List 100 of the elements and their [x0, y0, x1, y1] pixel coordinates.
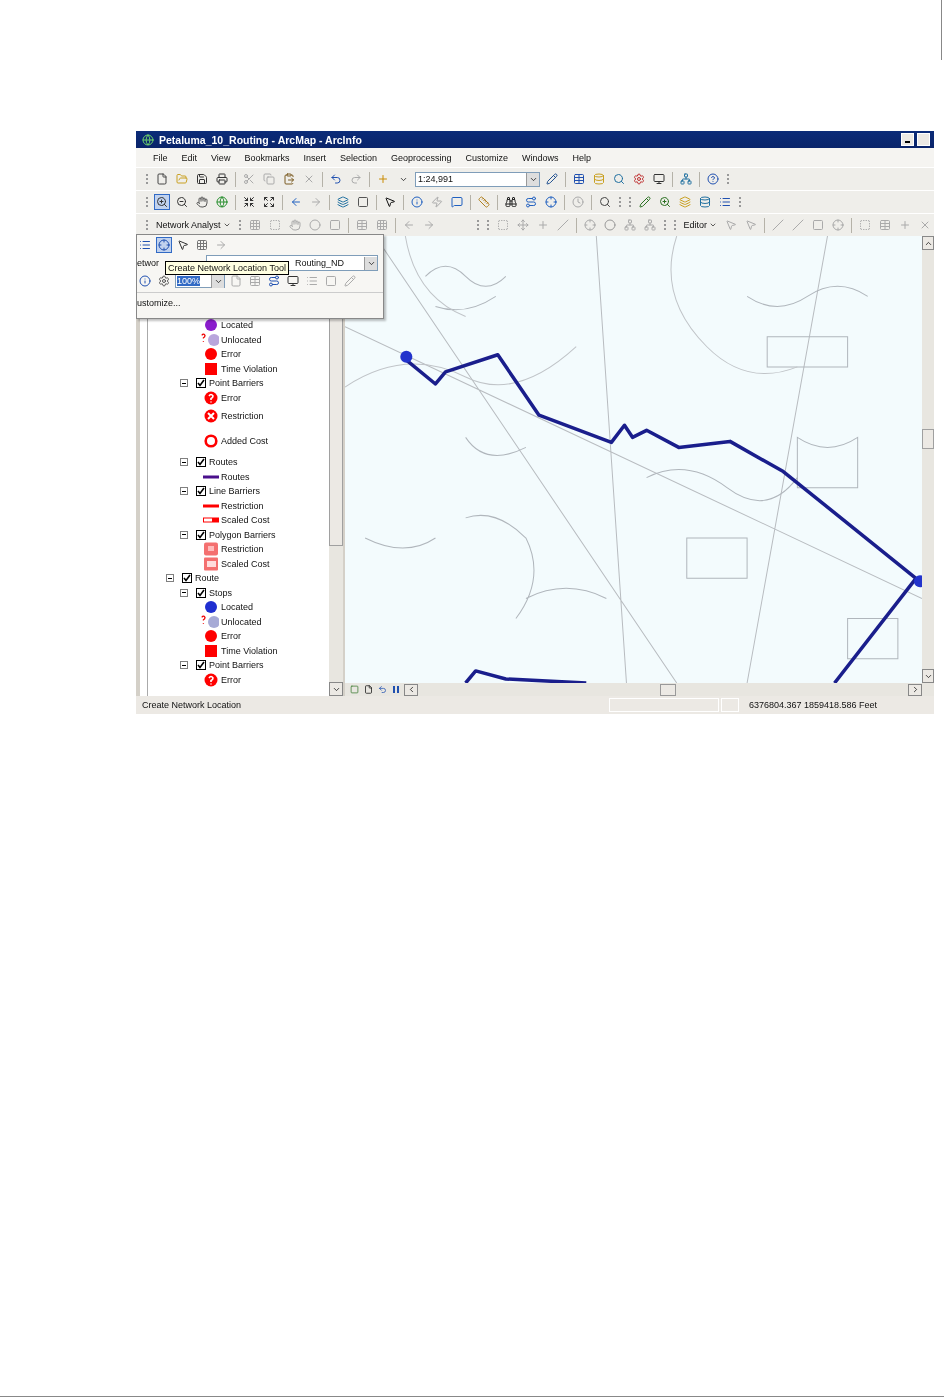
- layer-name[interactable]: Route: [195, 573, 220, 584]
- layer-checkbox[interactable]: [196, 660, 206, 671]
- legend-label: Error: [221, 631, 241, 642]
- legend-label: Restriction: [221, 544, 264, 555]
- printer-icon[interactable]: [214, 171, 230, 187]
- globe-icon[interactable]: [214, 194, 230, 210]
- grip-icon[interactable]: [474, 217, 481, 233]
- grip-icon[interactable]: [725, 171, 731, 187]
- zoom-in-icon[interactable]: [154, 194, 170, 210]
- network-icon[interactable]: [621, 217, 638, 233]
- map-scrollbar[interactable]: [922, 236, 934, 683]
- layer-checkbox[interactable]: [196, 457, 206, 468]
- network-analyst-menu[interactable]: Network Analyst: [154, 220, 233, 230]
- scroll-right-icon[interactable]: [908, 683, 922, 696]
- layer-checkbox[interactable]: [196, 529, 206, 540]
- menu-item[interactable]: Customize: [458, 152, 515, 163]
- legend-label: Located: [221, 602, 254, 613]
- layer-name[interactable]: Point Barriers: [209, 660, 264, 671]
- grip-icon[interactable]: [627, 194, 633, 210]
- menu-item[interactable]: Help: [565, 152, 599, 163]
- network-icon[interactable]: [641, 217, 658, 233]
- collapse-icon[interactable]: [180, 530, 188, 539]
- save-icon[interactable]: [194, 171, 210, 187]
- scroll-down-icon[interactable]: [329, 682, 343, 696]
- square-icon[interactable]: [323, 273, 339, 289]
- legend-label: Error: [221, 392, 241, 403]
- pause-icon[interactable]: [390, 684, 402, 695]
- edit-icon[interactable]: [342, 273, 358, 289]
- layer-name[interactable]: Polygon Barriers: [209, 529, 276, 540]
- zoom-out-icon[interactable]: [174, 194, 190, 210]
- paste-icon[interactable]: [281, 171, 297, 187]
- menu-item[interactable]: Selection: [332, 152, 384, 163]
- layer-name[interactable]: Stops: [209, 587, 232, 598]
- collapse-icon[interactable]: [180, 661, 188, 670]
- scrollbar-thumb[interactable]: [922, 429, 934, 449]
- find-icon[interactable]: [503, 194, 519, 210]
- page-icon[interactable]: [228, 273, 244, 289]
- layer-checkbox[interactable]: [196, 486, 206, 497]
- legend-label: Unlocated: [221, 334, 262, 345]
- copy-icon[interactable]: [261, 171, 277, 187]
- layer-checkbox[interactable]: [196, 587, 206, 598]
- table-icon[interactable]: [247, 273, 263, 289]
- route-icon[interactable]: [266, 273, 282, 289]
- layer-checkbox[interactable]: [182, 573, 192, 584]
- grip-icon[interactable]: [617, 194, 623, 210]
- shrink-icon[interactable]: [241, 194, 257, 210]
- monitor-icon[interactable]: [285, 273, 301, 289]
- info-icon[interactable]: [137, 273, 153, 289]
- expand-icon[interactable]: [261, 194, 277, 210]
- tooltip: Create Network Location Tool: [165, 261, 289, 275]
- menu-item[interactable]: Windows: [515, 152, 566, 163]
- map-horizontal-scrollbar[interactable]: [345, 683, 934, 696]
- status-message: Create Network Location: [141, 700, 243, 710]
- scroll-up-icon[interactable]: [922, 236, 934, 250]
- scale-field[interactable]: 1:24,991: [415, 171, 540, 187]
- grip-icon[interactable]: [671, 217, 678, 233]
- grip-icon[interactable]: [144, 171, 150, 187]
- collapse-icon[interactable]: [180, 458, 188, 467]
- help-icon[interactable]: [705, 171, 721, 187]
- layer-name[interactable]: Point Barriers: [209, 378, 264, 389]
- editor-menu[interactable]: Editor: [681, 220, 720, 230]
- pointer-icon[interactable]: [382, 194, 398, 210]
- search-icon[interactable]: [611, 171, 627, 187]
- menu-item[interactable]: Insert: [296, 152, 333, 163]
- layer-name[interactable]: Line Barriers: [209, 486, 261, 497]
- grip-icon[interactable]: [236, 217, 243, 233]
- grip-icon[interactable]: [144, 217, 150, 233]
- collapse-icon[interactable]: [180, 487, 188, 496]
- pan-icon[interactable]: [194, 194, 210, 210]
- layer-checkbox[interactable]: [196, 378, 206, 389]
- grip-icon[interactable]: [737, 194, 743, 210]
- table-icon[interactable]: [571, 171, 587, 187]
- menu-item[interactable]: View: [204, 152, 238, 163]
- crosshair-icon[interactable]: [830, 217, 847, 233]
- scrollbar-thumb[interactable]: [660, 683, 676, 696]
- app-globe-icon: [140, 131, 156, 148]
- menu-item[interactable]: Bookmarks: [237, 152, 297, 163]
- layer-name[interactable]: Routes: [209, 457, 238, 468]
- crosshair-icon[interactable]: [581, 217, 598, 233]
- grip-icon[interactable]: [661, 217, 668, 233]
- menu-item[interactable]: Geoprocessing: [383, 152, 459, 163]
- grip-icon[interactable]: [144, 194, 150, 210]
- legend-label: Time Violation: [221, 363, 278, 374]
- legend-label: Unlocated: [221, 616, 262, 627]
- grip-icon[interactable]: [484, 217, 491, 233]
- menu-item[interactable]: Edit: [174, 152, 205, 163]
- legend-label: Added Cost: [221, 435, 269, 446]
- collapse-icon[interactable]: [180, 379, 188, 388]
- customize-menu-item[interactable]: ustomize...: [137, 298, 181, 308]
- legend-label: Time Violation: [221, 645, 278, 656]
- legend-label: Scaled Cost: [221, 515, 270, 526]
- collapse-icon[interactable]: [180, 588, 188, 597]
- minimize-button[interactable]: [901, 133, 914, 146]
- file-icon[interactable]: [154, 171, 170, 187]
- circle-icon[interactable]: [306, 217, 323, 233]
- scroll-down-icon[interactable]: [922, 669, 934, 683]
- collapse-icon[interactable]: [166, 574, 174, 583]
- menu-item[interactable]: File: [146, 152, 175, 163]
- undo-icon[interactable]: [328, 171, 344, 187]
- scroll-left-icon[interactable]: [404, 683, 418, 696]
